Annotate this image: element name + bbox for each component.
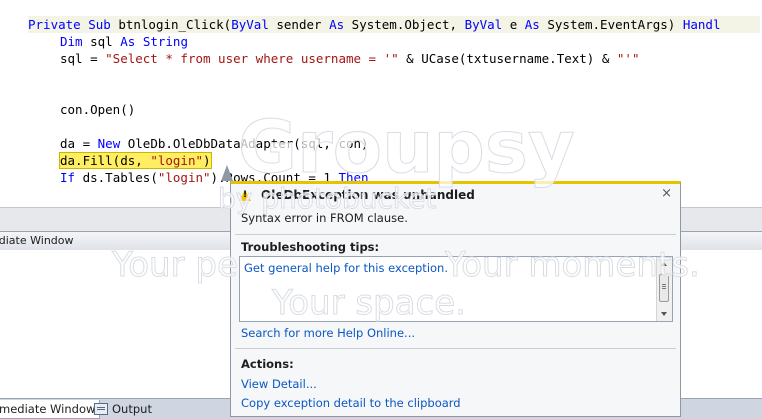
scroll-up-icon[interactable]	[661, 262, 667, 266]
keyword: ByVal	[231, 17, 269, 32]
code-text: & UCase(txtusername.Text) &	[398, 51, 617, 66]
code-text: da =	[60, 136, 98, 151]
keyword: As	[524, 17, 540, 32]
scroll-thumb[interactable]	[659, 274, 669, 302]
tab-output[interactable]: Output	[90, 400, 156, 418]
code-line-sql[interactable]: sql = "Select * from user where username…	[60, 50, 639, 67]
exception-callout-pointer	[221, 165, 233, 181]
tips-scrollbar[interactable]	[656, 257, 672, 321]
code-editor[interactable]: Private Sub btnlogin_Click(ByVal sender …	[0, 0, 762, 207]
keyword: New	[97, 136, 121, 151]
scroll-down-icon[interactable]	[661, 312, 667, 316]
immediate-window-title: ediate Window	[0, 234, 74, 247]
tab-label: mediate Window	[0, 402, 96, 416]
code-text: System.Object,	[344, 17, 465, 32]
code-line-fill[interactable]: da.Fill(ds, "login")	[59, 152, 212, 169]
tab-label: Output	[112, 402, 152, 416]
code-text: System.EventArgs)	[539, 17, 683, 32]
keyword: Private Sub	[28, 17, 111, 32]
exception-title: OleDbException was unhandled	[261, 188, 475, 202]
troubleshooting-heading: Troubleshooting tips:	[241, 240, 380, 254]
exception-title-bar: OleDbException was unhandled	[239, 186, 475, 204]
divider	[235, 348, 676, 349]
keyword: Handl	[682, 17, 721, 32]
troubleshooting-tips-list[interactable]: Get general help for this exception.	[239, 256, 673, 322]
tab-immediate-window[interactable]: mediate Window	[0, 400, 101, 419]
current-statement-highlight: da.Fill(ds, "login")	[59, 152, 212, 169]
code-line-open[interactable]: con.Open()	[60, 101, 135, 118]
code-line-signature[interactable]: Private Sub btnlogin_Click(ByVal sender …	[28, 16, 761, 33]
keyword: As	[120, 34, 136, 49]
exception-assistant: OleDbException was unhandled × Syntax er…	[230, 181, 681, 417]
exception-message: Syntax error in FROM clause.	[241, 211, 408, 225]
string-literal: "'"	[616, 51, 640, 66]
code-line-dim[interactable]: Dim sql As String	[60, 33, 188, 50]
code-text: )	[203, 153, 211, 168]
string-literal: "login"	[150, 153, 203, 168]
warning-icon	[239, 189, 251, 201]
keyword: String	[142, 34, 188, 49]
close-icon[interactable]: ×	[661, 186, 672, 201]
code-text: sql	[82, 34, 121, 49]
code-text: OleDb.OleDbDataAdapter(sql, con)	[120, 136, 369, 151]
string-literal: "login"	[157, 170, 211, 185]
search-help-online-link[interactable]: Search for more Help Online...	[241, 326, 415, 340]
view-detail-link[interactable]: View Detail...	[241, 377, 317, 391]
code-text: sender	[268, 17, 330, 32]
keyword: As	[329, 17, 345, 32]
code-text: con.Open()	[60, 102, 136, 117]
output-window-icon	[94, 403, 108, 415]
actions-heading: Actions:	[241, 357, 294, 371]
code-text: e	[502, 17, 525, 32]
copy-exception-detail-link[interactable]: Copy exception detail to the clipboard	[241, 396, 461, 410]
code-text: btnlogin_Click(	[110, 17, 232, 32]
string-literal: "Select * from user where username = '"	[105, 51, 399, 66]
code-line-adapter[interactable]: da = New OleDb.OleDbDataAdapter(sql, con…	[60, 135, 369, 152]
keyword: ByVal	[464, 17, 503, 32]
code-text: ds.Tables(	[75, 170, 158, 185]
divider	[235, 234, 676, 235]
code-text: da.Fill(ds,	[60, 153, 151, 168]
keyword: Dim	[60, 34, 83, 49]
keyword: If	[60, 170, 76, 185]
general-help-link[interactable]: Get general help for this exception.	[244, 261, 448, 275]
code-text: sql =	[60, 51, 106, 66]
